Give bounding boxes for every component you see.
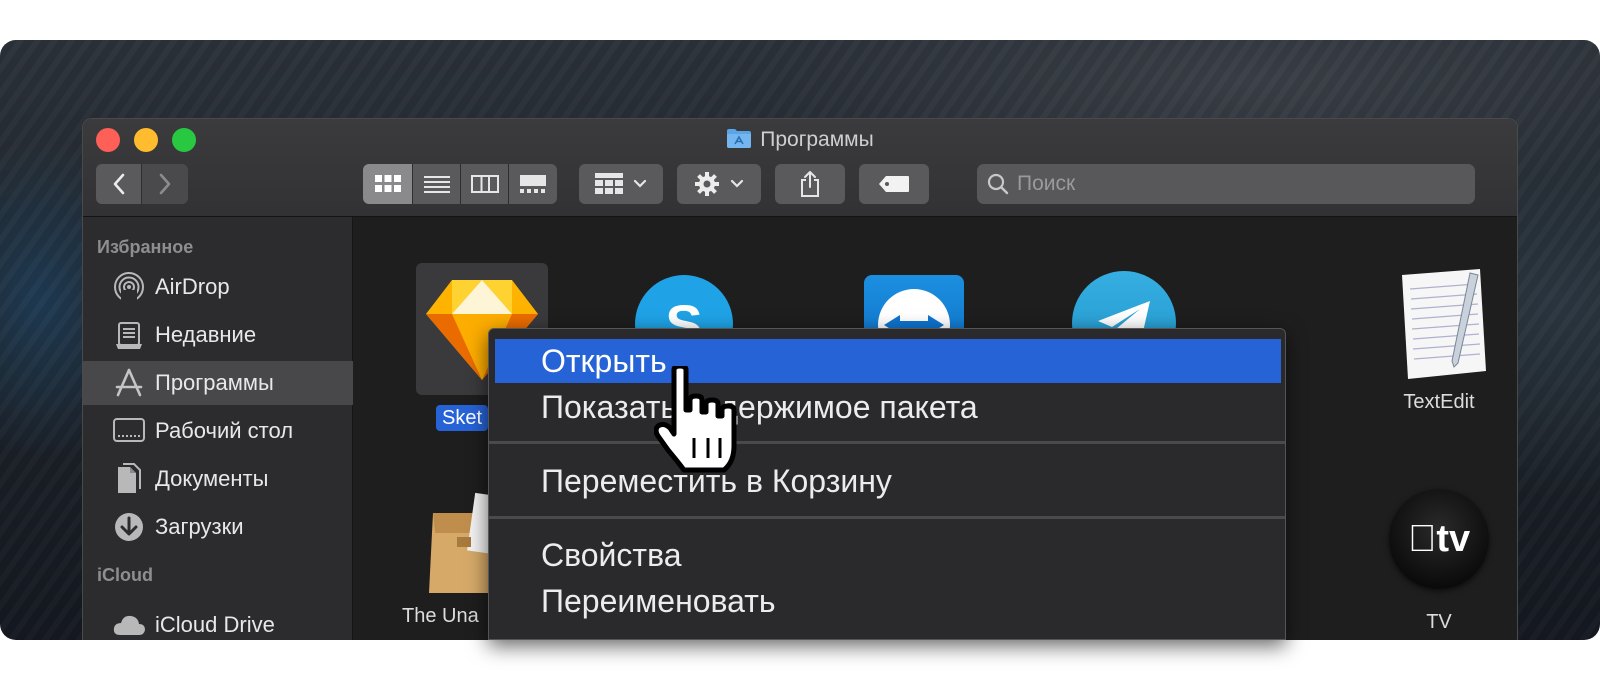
list-view-button[interactable] xyxy=(413,164,461,204)
sidebar-item-airdrop[interactable]: AirDrop xyxy=(83,265,353,309)
back-button[interactable] xyxy=(96,164,142,204)
apple-tv-icon: tv xyxy=(1389,489,1489,589)
sidebar: Избранное AirDrop Недавние Программы Раб… xyxy=(83,217,353,640)
menu-item-get-info[interactable]: Свойства xyxy=(495,533,1281,577)
app-label: TextEdit xyxy=(1403,391,1475,413)
gallery-view-button[interactable] xyxy=(509,164,557,204)
search-input[interactable]: Поиск xyxy=(977,164,1475,204)
tags-group xyxy=(859,164,929,204)
grid-icon xyxy=(595,173,623,194)
chevron-down-icon xyxy=(633,179,647,188)
documents-icon xyxy=(111,463,147,495)
hand-pointer-icon xyxy=(653,363,740,481)
action-group xyxy=(677,164,761,204)
chevron-right-icon xyxy=(159,173,171,195)
menu-separator xyxy=(489,441,1285,444)
sidebar-item-label: Документы xyxy=(155,466,269,491)
folder-icon xyxy=(726,127,752,155)
group-by-button[interactable] xyxy=(579,164,663,204)
menu-item-show-package-contents[interactable]: Показать содержимое пакета xyxy=(495,385,1281,429)
sidebar-item-icloud-drive[interactable]: iCloud Drive xyxy=(83,603,353,640)
sidebar-item-label: Рабочий стол xyxy=(155,418,294,443)
desktop-icon xyxy=(111,417,147,445)
search-icon xyxy=(987,173,1009,195)
app-item-textedit[interactable]: TextEdit xyxy=(1364,267,1514,414)
share-group xyxy=(775,164,845,204)
recents-icon xyxy=(111,320,147,350)
sidebar-item-label: iCloud Drive xyxy=(155,612,275,637)
window-title: Программы xyxy=(83,127,1517,155)
app-label: Sket xyxy=(436,405,489,431)
menu-item-move-to-trash[interactable]: Переместить в Корзину xyxy=(495,459,1281,503)
list-icon xyxy=(423,176,450,193)
tags-button[interactable] xyxy=(859,164,929,204)
grid-icon xyxy=(374,175,401,192)
tag-icon xyxy=(879,176,909,192)
gear-icon xyxy=(695,172,719,196)
airdrop-icon xyxy=(111,270,147,304)
sidebar-item-desktop[interactable]: Рабочий стол xyxy=(83,409,353,453)
sidebar-item-documents[interactable]: Документы xyxy=(83,457,353,501)
search-placeholder: Поиск xyxy=(1017,172,1076,195)
sidebar-item-label: Загрузки xyxy=(155,514,244,539)
icloud-icon xyxy=(111,613,147,637)
menu-item-rename[interactable]: Переименовать xyxy=(495,579,1281,623)
title-bar: Программы Поиск xyxy=(83,119,1517,217)
action-menu-button[interactable] xyxy=(677,164,761,204)
forward-button[interactable] xyxy=(142,164,188,204)
app-label: TV xyxy=(1426,611,1452,633)
share-button[interactable] xyxy=(775,164,845,204)
sidebar-item-label: Программы xyxy=(155,370,274,395)
group-by-group xyxy=(579,164,663,204)
icon-view-button[interactable] xyxy=(363,164,413,204)
sidebar-section-icloud: iCloud xyxy=(97,565,153,585)
column-view-button[interactable] xyxy=(461,164,509,204)
app-item-tv[interactable]: tv TV xyxy=(1374,489,1504,634)
sidebar-item-applications[interactable]: Программы xyxy=(83,361,353,405)
chevron-down-icon xyxy=(730,179,744,188)
sidebar-item-label: Недавние xyxy=(155,322,257,347)
menu-item-open[interactable]: Открыть xyxy=(495,339,1281,383)
downloads-icon xyxy=(111,511,147,543)
columns-icon xyxy=(470,175,499,193)
applications-icon xyxy=(111,367,147,399)
textedit-icon xyxy=(1384,267,1494,387)
window-title-text: Программы xyxy=(760,128,874,151)
view-mode-group xyxy=(363,164,557,204)
gallery-icon xyxy=(520,175,546,193)
context-menu: Открыть Показать содержимое пакета Перем… xyxy=(488,328,1286,640)
navigation-group xyxy=(96,164,188,204)
share-icon xyxy=(801,171,819,197)
sidebar-item-label: AirDrop xyxy=(155,274,230,299)
sidebar-item-downloads[interactable]: Загрузки xyxy=(83,505,353,549)
chevron-left-icon xyxy=(113,173,124,195)
sidebar-item-recents[interactable]: Недавние xyxy=(83,313,353,357)
sidebar-section-favorites: Избранное xyxy=(97,237,194,257)
menu-separator xyxy=(489,516,1285,519)
